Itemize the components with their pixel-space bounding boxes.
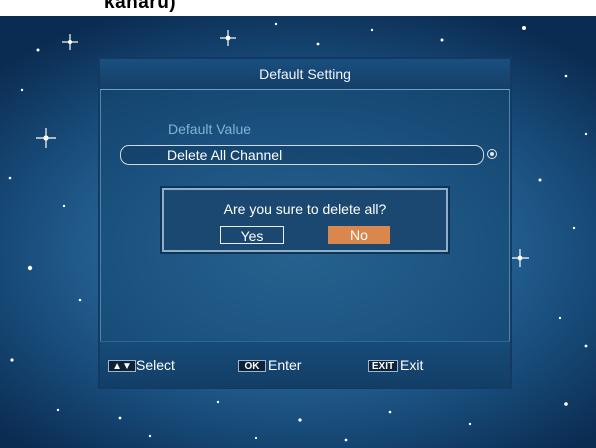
key-hint-bar: ▲▼ Select OK Enter EXIT Exit [100, 341, 510, 388]
up-down-arrow-key-icon: ▲▼ [108, 360, 136, 372]
radio-selected-icon [487, 149, 497, 159]
dialog-message: Are you sure to delete all? [223, 201, 387, 217]
default-setting-panel: Default Setting Default Value Delete All… [98, 57, 512, 389]
exit-key-icon: EXIT [368, 360, 398, 372]
menu-item-label: Delete All Channel [167, 147, 283, 163]
exit-hint-label: Exit [400, 357, 424, 373]
no-button[interactable]: No [328, 226, 390, 244]
yes-button[interactable]: Yes [220, 226, 284, 244]
default-value-label: Default Value [168, 121, 252, 137]
select-hint-label: Select [136, 357, 175, 373]
ok-key-icon: OK [238, 360, 266, 372]
confirm-delete-dialog: Are you sure to delete all? Yes No [162, 188, 448, 252]
panel-title: Default Setting [100, 59, 510, 90]
menu-item-delete-all-channel[interactable]: Delete All Channel [120, 145, 484, 165]
enter-hint-label: Enter [268, 357, 302, 373]
